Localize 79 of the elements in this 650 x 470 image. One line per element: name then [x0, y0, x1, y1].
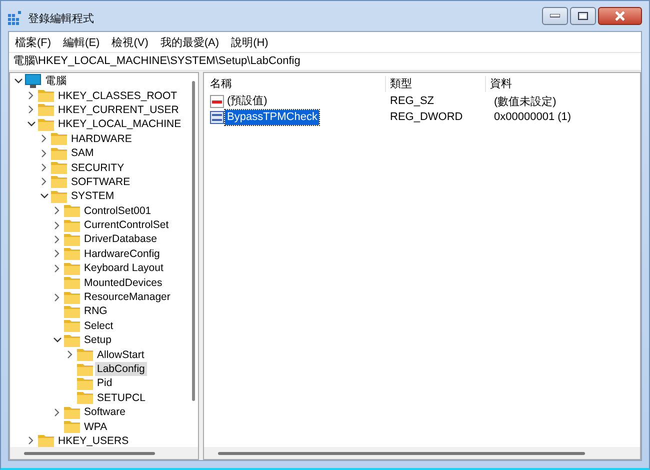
folder-icon [51, 175, 67, 188]
tree-item[interactable]: HKEY_CURRENT_USER [56, 102, 181, 117]
column-header[interactable]: 名稱 [210, 76, 386, 92]
registry-icon [8, 11, 22, 25]
tree-item[interactable]: MountedDevices [82, 276, 164, 290]
tree-item[interactable]: Select [82, 318, 116, 333]
folder-icon [38, 89, 54, 102]
tree-item[interactable]: Pid [95, 376, 114, 390]
tree-item[interactable]: DriverDatabase [82, 232, 159, 246]
folder-icon [51, 190, 67, 203]
tree-item[interactable]: HKEY_CLASSES_ROOT [56, 88, 180, 103]
maximize-icon [578, 12, 588, 20]
folder-icon [64, 304, 80, 318]
tree-item[interactable]: WPA [82, 420, 110, 434]
folder-icon [77, 376, 93, 390]
menu-item[interactable]: 說明(H) [231, 34, 268, 50]
folder-icon [64, 204, 80, 218]
folder-icon [51, 161, 67, 174]
binary-value-icon [210, 110, 224, 124]
menu-item[interactable]: 檔案(F) [15, 34, 52, 50]
column-header[interactable]: 類型 [386, 76, 486, 92]
column-header[interactable]: 資料 [486, 76, 512, 92]
tree-item[interactable]: HKEY_LOCAL_MACHINE [56, 117, 184, 132]
tree-item[interactable]: Setup [82, 333, 114, 348]
folder-icon [77, 362, 93, 376]
tree-item[interactable]: HKEY_USERS [56, 434, 131, 447]
tree-item[interactable]: HardwareConfig [82, 246, 162, 261]
folder-icon [64, 218, 80, 232]
value-name[interactable]: (預設值) [225, 94, 270, 108]
tree-item[interactable]: LabConfig [95, 362, 147, 376]
maximize-button[interactable] [570, 7, 596, 25]
folder-icon [64, 334, 80, 347]
folder-icon [38, 434, 54, 447]
folder-icon [64, 276, 80, 290]
tree-item[interactable]: ResourceManager [82, 290, 172, 304]
tree-item[interactable]: ControlSet001 [82, 204, 154, 218]
tree-item[interactable]: Keyboard Layout [82, 261, 166, 276]
folder-icon [77, 391, 93, 404]
folder-icon [64, 290, 80, 304]
tree-item[interactable]: Software [82, 405, 128, 420]
horizontal-scrollbar[interactable] [204, 447, 640, 459]
folder-icon [51, 132, 67, 146]
menu-item[interactable]: 編輯(E) [63, 34, 100, 50]
tree-item[interactable]: SYSTEM [69, 189, 116, 204]
value-type: REG_SZ [389, 95, 436, 107]
folder-icon [64, 319, 80, 332]
folder-icon [38, 118, 54, 131]
tree-item[interactable]: RNG [82, 304, 110, 318]
window-title: 登錄編輯程式 [28, 12, 95, 26]
tree-item[interactable]: AllowStart [95, 348, 146, 362]
folder-icon [64, 247, 80, 260]
menu-item[interactable]: 我的最愛(A) [160, 34, 220, 50]
folder-icon [38, 103, 54, 116]
menu-item[interactable]: 檢視(V) [112, 34, 148, 50]
horizontal-scrollbar[interactable] [10, 447, 198, 459]
tree-item[interactable]: SOFTWARE [69, 174, 132, 189]
folder-icon [64, 406, 80, 419]
folder-icon [64, 232, 80, 246]
minimize-button[interactable] [542, 7, 568, 25]
folder-icon [51, 146, 67, 160]
value-data: (數值未設定) [493, 94, 556, 108]
close-icon [614, 11, 626, 21]
folder-icon [77, 348, 93, 362]
tree-item[interactable]: SETUPCL [95, 390, 148, 405]
folder-icon [64, 420, 80, 434]
value-name[interactable]: BypassTPMCheck [225, 110, 320, 124]
address-bar[interactable]: 電腦\HKEY_LOCAL_MACHINE\SYSTEM\Setup\LabConfig [9, 52, 641, 71]
folder-icon [64, 262, 80, 275]
tree-item[interactable]: SECURITY [69, 160, 126, 175]
close-button[interactable] [598, 7, 642, 25]
tree-item[interactable]: CurrentControlSet [82, 218, 171, 232]
tree-item[interactable]: SAM [69, 146, 96, 160]
value-type: REG_DWORD [389, 111, 464, 123]
value-data: 0x00000001 (1) [493, 111, 572, 123]
tree-item[interactable]: HARDWARE [69, 132, 134, 146]
minimize-icon [550, 14, 560, 18]
tree-item[interactable]: 電腦 [43, 74, 69, 88]
string-value-icon [210, 94, 224, 108]
computer-icon [25, 74, 41, 88]
